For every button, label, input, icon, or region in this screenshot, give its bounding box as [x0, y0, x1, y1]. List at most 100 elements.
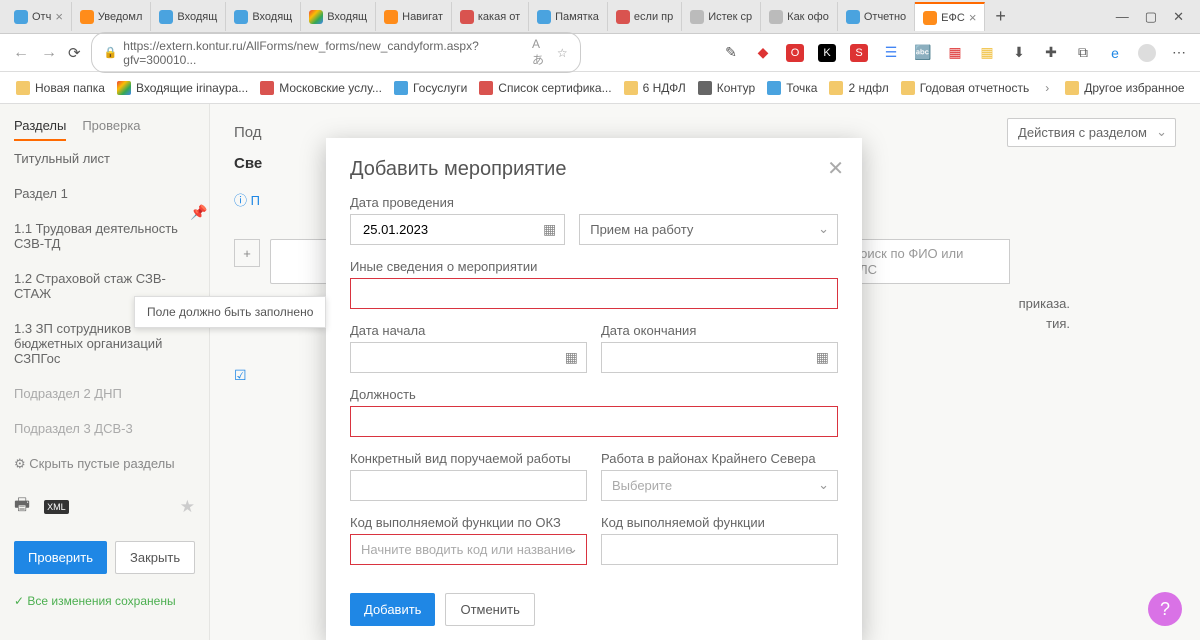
modal-title: Добавить мероприятие	[350, 158, 838, 181]
favicon-icon	[698, 81, 712, 95]
bookmark-label: Годовая отчетность	[920, 81, 1030, 95]
bookmark-item[interactable]: Входящие irinayра...	[111, 77, 254, 99]
bookmark-item[interactable]: Годовая отчетность	[895, 77, 1036, 99]
close-button[interactable]: Закрыть	[115, 541, 195, 574]
hide-empty-toggle[interactable]: ⚙ Скрыть пустые разделы	[0, 446, 209, 482]
ext-icon[interactable]: O	[786, 44, 804, 62]
browser-tab[interactable]: ЕФС×	[915, 2, 985, 31]
calendar-icon[interactable]: ▦	[565, 349, 578, 366]
bookmark-item[interactable]: Точка	[761, 77, 823, 99]
tab-label: Как офо	[787, 11, 829, 23]
ext-icon[interactable]: e	[1106, 44, 1124, 62]
calendar-icon[interactable]: ▦	[543, 221, 556, 238]
func-code-input[interactable]	[601, 534, 838, 565]
validation-tooltip: Поле должно быть заполнено	[134, 296, 326, 328]
browser-tab[interactable]: какая от	[452, 2, 529, 31]
cancel-button[interactable]: Отменить	[445, 593, 534, 626]
sidebar-item[interactable]: 1.1 Трудовая деятельность СЗВ-ТД	[0, 211, 209, 261]
tab-sections[interactable]: Разделы	[14, 118, 66, 141]
ext-icon[interactable]: ✚	[1042, 44, 1060, 62]
ext-icon[interactable]: K	[818, 44, 836, 62]
browser-tab[interactable]: Отч×	[6, 2, 72, 31]
ext-icon[interactable]: ✎	[722, 44, 740, 62]
browser-tab[interactable]: если пр	[608, 2, 682, 31]
bookmark-item[interactable]: Новая папка	[10, 77, 111, 99]
star-icon[interactable]: ★	[180, 497, 195, 517]
xml-icon[interactable]: XML	[44, 500, 69, 514]
bookmark-item[interactable]: Список сертифика...	[473, 77, 617, 99]
browser-tab[interactable]: Истек ср	[682, 2, 761, 31]
north-select[interactable]: Выберите	[601, 470, 838, 501]
new-tab-button[interactable]: +	[985, 6, 1016, 27]
sidebar-item[interactable]: Подраздел 2 ДНП	[0, 376, 209, 411]
start-date-input[interactable]: ▦	[350, 342, 587, 373]
ext-icon[interactable]: ☰	[882, 44, 900, 62]
back-icon[interactable]: ←	[12, 44, 30, 62]
sidebar-item[interactable]: Титульный лист	[0, 141, 209, 176]
help-fab[interactable]: ?	[1148, 592, 1182, 626]
favicon-icon	[923, 11, 937, 25]
bookmark-item[interactable]: Госуслуги	[388, 77, 473, 99]
profile-avatar-icon[interactable]	[1138, 44, 1156, 62]
bookmark-item[interactable]: 2 ндфл	[823, 77, 894, 99]
ext-icon[interactable]: ◆	[754, 44, 772, 62]
bookmark-item[interactable]: 6 НДФЛ	[618, 77, 692, 99]
address-bar: ← → ⟳ 🔒 https://extern.kontur.ru/AllForm…	[0, 34, 1200, 72]
bookmark-label: Госуслуги	[413, 81, 467, 95]
sidebar-item[interactable]: Подраздел 3 ДСВ-3	[0, 411, 209, 446]
ext-icon[interactable]: ▦	[978, 44, 996, 62]
ext-icon[interactable]: ⬇	[1010, 44, 1028, 62]
calendar-icon[interactable]: ▦	[816, 349, 829, 366]
bookmark-label: 2 ндфл	[848, 81, 888, 95]
url-input[interactable]: 🔒 https://extern.kontur.ru/AllForms/new_…	[91, 32, 581, 73]
browser-tab[interactable]: Как офо	[761, 2, 838, 31]
browser-tab[interactable]: Входящ	[301, 2, 376, 31]
end-date-input[interactable]: ▦	[601, 342, 838, 373]
print-icon[interactable]: 🖶	[14, 492, 30, 521]
bookmark-other[interactable]: Другое избранное	[1059, 77, 1190, 99]
tab-close-icon[interactable]: ×	[969, 10, 977, 25]
tab-close-icon[interactable]: ×	[55, 9, 63, 24]
add-row-button[interactable]: +	[234, 239, 260, 267]
close-icon[interactable]: ✕	[827, 156, 844, 181]
close-window-icon[interactable]: ✕	[1173, 9, 1184, 25]
ext-icon[interactable]: ▦	[946, 44, 964, 62]
favicon-icon	[384, 10, 398, 24]
favorite-icon[interactable]: ☆	[557, 46, 568, 60]
sidebar-item[interactable]: Раздел 1	[0, 176, 209, 211]
browser-tab[interactable]: Навигат	[376, 2, 452, 31]
favicon-icon	[767, 81, 781, 95]
minimize-icon[interactable]: —	[1116, 9, 1129, 25]
menu-icon[interactable]: ⋯	[1170, 44, 1188, 62]
bookmark-item[interactable]: Московские услу...	[254, 77, 388, 99]
extension-icons: ✎ ◆ O K S ☰ 🔤 ▦ ▦ ⬇ ✚ ⧉ e ⋯	[722, 44, 1188, 62]
favicon-icon	[479, 81, 493, 95]
browser-tab[interactable]: Входящ	[151, 2, 226, 31]
browser-tab[interactable]: Памятка	[529, 2, 608, 31]
browser-tab[interactable]: Уведомл	[72, 2, 151, 31]
event-type-select[interactable]: Прием на работу	[579, 214, 838, 245]
other-info-input[interactable]	[350, 278, 838, 309]
okz-input[interactable]: Начните вводить код или название	[350, 534, 587, 565]
browser-tab[interactable]: Входящ	[226, 2, 301, 31]
add-button[interactable]: Добавить	[350, 593, 435, 626]
bookmark-label: Точка	[786, 81, 817, 95]
pin-icon[interactable]: 📌	[190, 204, 207, 221]
reload-icon[interactable]: ⟳	[68, 44, 81, 62]
reader-icon[interactable]: Aあ	[532, 37, 551, 68]
work-kind-input[interactable]	[350, 470, 587, 501]
check-button[interactable]: Проверить	[14, 541, 107, 574]
bookmark-item[interactable]: Контур	[692, 77, 761, 99]
ext-icon[interactable]: ⧉	[1074, 44, 1092, 62]
ext-icon[interactable]: 🔤	[914, 44, 932, 62]
ext-icon[interactable]: S	[850, 44, 868, 62]
event-date-input[interactable]: ▦	[350, 214, 565, 245]
position-input[interactable]	[350, 406, 838, 437]
lock-icon: 🔒	[104, 46, 118, 59]
tab-label: если пр	[634, 11, 673, 23]
browser-tab[interactable]: Отчетно	[838, 2, 915, 31]
tab-check[interactable]: Проверка	[82, 118, 140, 141]
bookmark-overflow-icon[interactable]: ›	[1039, 81, 1055, 95]
maximize-icon[interactable]: ▢	[1145, 9, 1157, 25]
section-actions-select[interactable]: Действия с разделом	[1007, 118, 1176, 147]
